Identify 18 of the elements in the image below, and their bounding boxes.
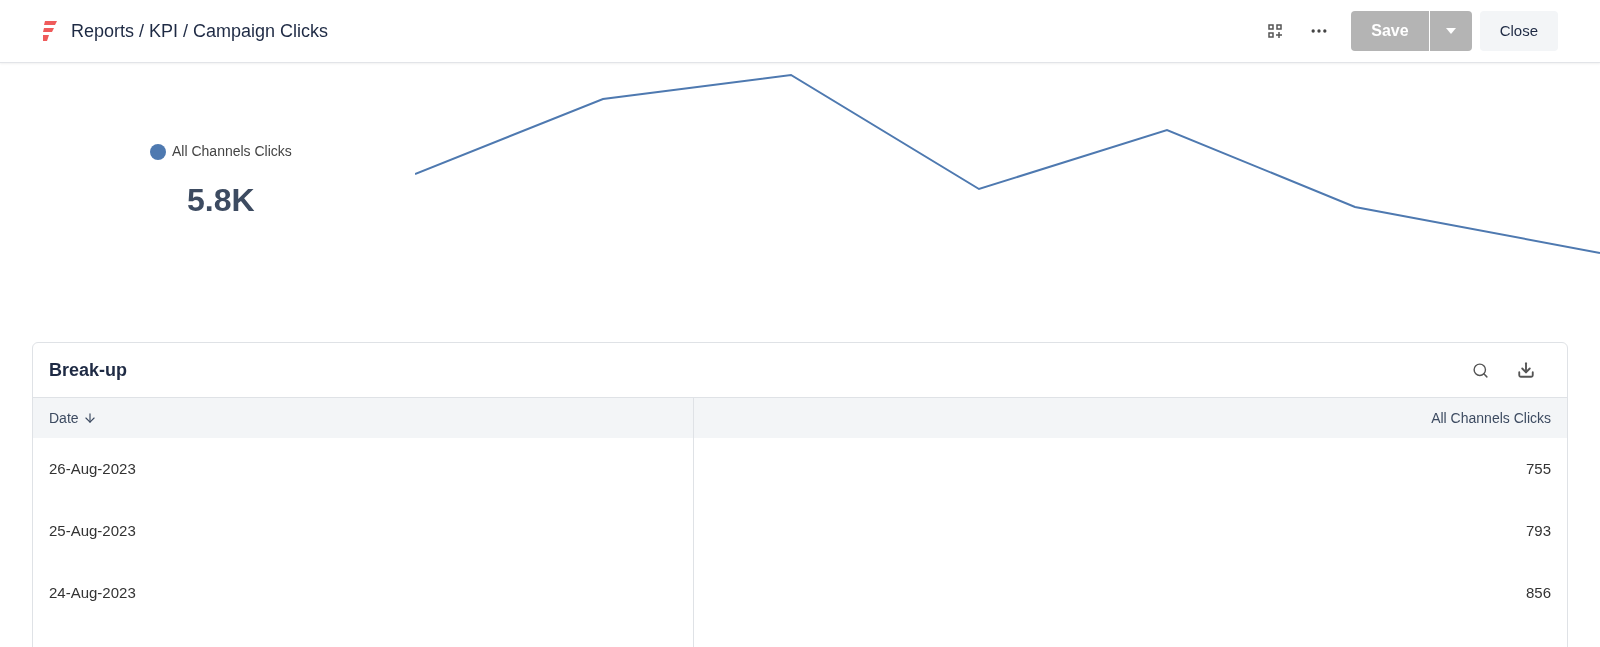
legend-label: All Channels Clicks xyxy=(172,142,292,161)
table-cell: 25-Aug-2023 xyxy=(33,500,694,562)
breadcrumb: Reports / KPI / Campaign Clicks xyxy=(71,19,329,43)
table-cell-text: 856 xyxy=(1524,582,1552,603)
download-icon[interactable] xyxy=(1517,361,1535,379)
card-title: Break-up xyxy=(49,358,128,382)
column-header[interactable]: All Channels Clicks xyxy=(694,398,1567,438)
column-header[interactable]: Date xyxy=(33,398,694,438)
caret-icon xyxy=(1445,28,1456,34)
kpi-value: 5.8K xyxy=(187,181,256,220)
dropdown-button[interactable] xyxy=(1429,11,1472,51)
logo-icon xyxy=(42,19,58,43)
table-cell: 26-Aug-2023 xyxy=(33,438,694,500)
close-button[interactable]: Close xyxy=(1479,11,1558,51)
search-icon[interactable] xyxy=(1472,361,1489,379)
table-cell-text: 755 xyxy=(1524,458,1552,479)
table-cell: 24-Aug-2023 xyxy=(33,562,694,624)
table-cell-text: 793 xyxy=(1524,520,1552,541)
